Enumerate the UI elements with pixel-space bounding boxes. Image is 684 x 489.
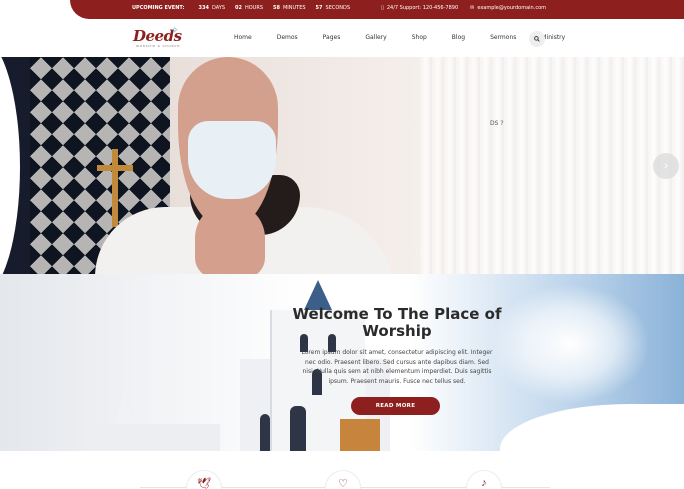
church-image <box>90 274 390 451</box>
site-header: Deeds ✧ WORSHIP & CHURCH Home Demos Page… <box>0 19 684 57</box>
search-icon <box>534 36 540 42</box>
church-small-spire <box>115 394 133 424</box>
church-window <box>260 414 270 451</box>
site-logo[interactable]: Deeds ✧ WORSHIP & CHURCH <box>133 25 183 49</box>
search-button[interactable] <box>529 31 545 47</box>
feature-card-hands[interactable]: ♡ <box>325 470 361 489</box>
trumpet-icon: ♪ <box>481 477 487 489</box>
logo-tagline: WORSHIP & CHURCH <box>136 44 181 48</box>
nav-item-pages[interactable]: Pages <box>323 34 341 41</box>
contact-info: ▯ 24/7 Support: 120-456-7890 ✉ example@you… <box>381 5 546 11</box>
dove-icon: 🕊 <box>197 478 211 489</box>
countdown-minutes: 58 MINUTES <box>273 5 306 11</box>
church-roof <box>90 424 220 451</box>
welcome-section: Welcome To The Place of Worship Lorem ip… <box>0 274 684 451</box>
face-mask <box>188 121 276 199</box>
phone-icon: ▯ <box>381 5 384 11</box>
welcome-text: Lorem ipsum dolor sit amet, consectetur … <box>301 349 493 385</box>
feature-card-dove[interactable]: 🕊 <box>186 470 222 489</box>
support-email[interactable]: ✉ example@yourdomain.com <box>470 5 546 11</box>
nav-item-sermons[interactable]: Sermons <box>490 34 516 41</box>
hands-heart-icon: ♡ <box>338 478 348 489</box>
support-phone[interactable]: ▯ 24/7 Support: 120-456-7890 <box>381 5 458 11</box>
countdown-days: 334 DAYS <box>198 5 226 11</box>
nav-item-gallery[interactable]: Gallery <box>365 34 386 41</box>
countdown-seconds: 57 SECONDS <box>315 5 351 11</box>
praying-hands <box>195 203 265 274</box>
welcome-title: Welcome To The Place of Worship <box>292 305 502 340</box>
nav-item-blog[interactable]: Blog <box>452 34 465 41</box>
sky-cloud <box>490 284 650 404</box>
hero-curtain <box>420 57 684 274</box>
cross-bar <box>97 165 133 171</box>
nav-item-shop[interactable]: Shop <box>412 34 427 41</box>
slider-next-button[interactable]: › <box>653 153 679 179</box>
countdown-hours: 02 HOURS <box>235 5 263 11</box>
mail-icon: ✉ <box>470 5 475 11</box>
page: UPCOMING EVENT: 334 DAYS 02 HOURS 58 MIN… <box>0 0 684 489</box>
event-countdown: UPCOMING EVENT: 334 DAYS 02 HOURS 58 MIN… <box>132 5 350 11</box>
feature-card-trumpet[interactable]: ♪ <box>466 470 502 489</box>
read-more-button[interactable]: READ MORE <box>351 397 440 415</box>
slider-prev-button[interactable]: ‹ <box>13 157 17 171</box>
top-bar: UPCOMING EVENT: 334 DAYS 02 HOURS 58 MIN… <box>0 0 684 19</box>
event-label: UPCOMING EVENT: <box>132 5 185 11</box>
church-window <box>290 406 306 451</box>
hero-overlay-text: DS ? <box>490 120 504 127</box>
nav-item-home[interactable]: Home <box>234 34 252 41</box>
hero-slider: DS ? ‹ › <box>0 57 684 274</box>
church-sign <box>340 419 380 451</box>
dove-logo-icon: ✧ <box>171 25 179 35</box>
features-strip: 🕊 ♡ ♪ <box>0 451 684 489</box>
cross-icon <box>112 149 118 227</box>
nav-item-demos[interactable]: Demos <box>277 34 298 41</box>
